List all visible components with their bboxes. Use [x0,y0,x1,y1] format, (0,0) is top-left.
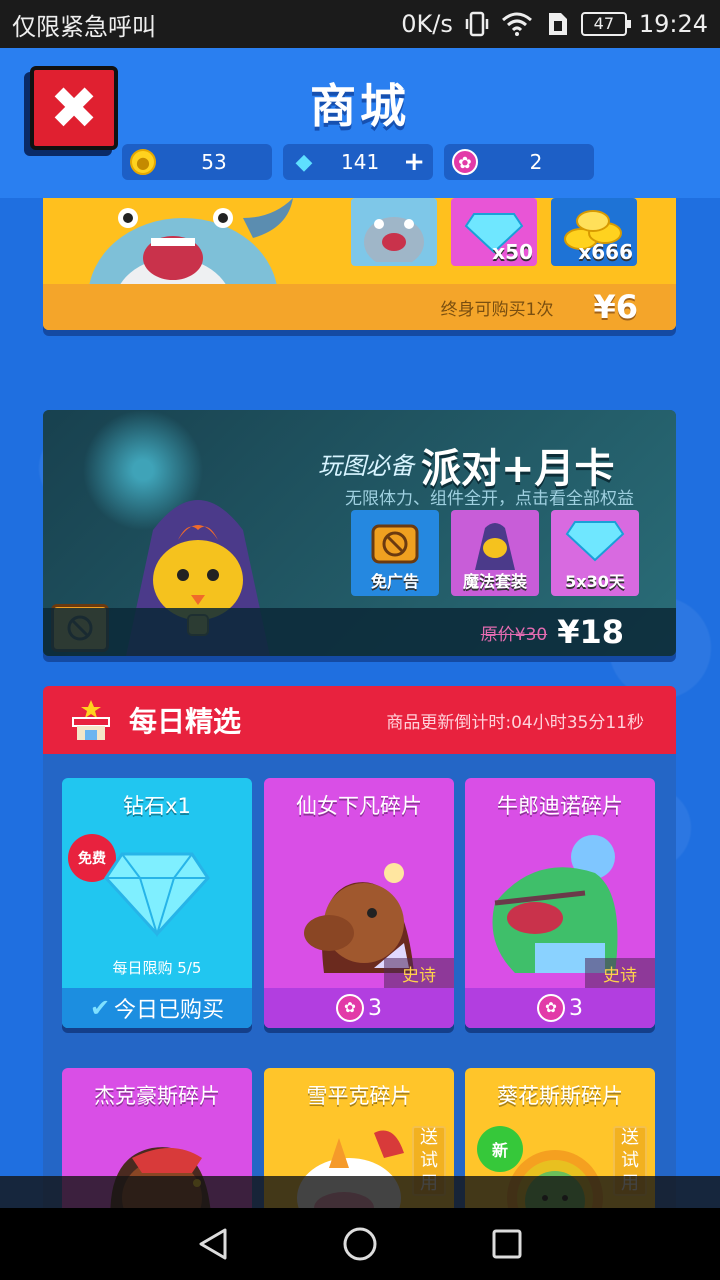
diamond-icon [104,852,210,938]
gem-count: 141 [341,150,380,174]
item-gems-30days: 5x30天 [551,510,639,596]
starter-pack-items: x50 x666 [351,198,637,266]
tile-name: 钻石x1 [123,794,191,818]
starter-pack-footer: 终身可购买1次 ¥6 [43,284,676,330]
pack-item-shark [351,198,437,266]
tile-name: 葵花斯斯碎片 [497,1084,623,1108]
epic-tag: 史诗 [585,958,655,988]
epic-tag: 史诗 [384,958,454,988]
gem-balance[interactable]: ◆ 141 + [283,144,433,180]
shop-screen: ✖ 商城 ● 53 ◆ 141 + ✿ 2 x50 x666 终身可购买1次 ¥… [0,48,720,1208]
diamond-icon [565,521,625,562]
party-monthly-card[interactable]: 玩图必备 派对+月卡 无限体力、组件全开，点击看全部权益 免广告 魔法套装 5x… [43,410,676,656]
tile-name: 牛郎迪诺碎片 [497,794,623,818]
starter-pack-price[interactable]: ¥6 [593,288,638,326]
home-icon [343,1227,377,1261]
sim-icon [548,13,567,35]
party-card-footer: 原价¥30 ¥18 [43,608,676,656]
tile-name: 仙女下凡碎片 [296,794,422,818]
recents-icon [492,1229,522,1259]
tile-footer: ✿ 3 [264,988,454,1028]
item-magic-suit: 魔法套装 [451,510,539,596]
purchase-limit-note: 终身可购买1次 [440,299,554,320]
vibrate-icon [465,11,489,37]
tile-name: 雪平克碎片 [306,1084,412,1108]
horse-fairy-character [304,863,414,973]
tile-price: 3 [368,995,382,1021]
wifi-icon [501,12,532,36]
add-gems-icon[interactable]: + [403,147,425,177]
shop-header: ✖ 商城 ● 53 ◆ 141 + ✿ 2 [0,48,720,198]
shop-scroll-area[interactable]: x50 x666 终身可购买1次 ¥6 玩图必备 派对+月卡 无限体力、组件全开… [0,198,720,1208]
pack-item-gems: x50 [451,198,537,266]
daily-selection-title: 每日精选 [129,705,242,738]
page-title: 商城 [310,79,410,133]
party-card-items: 免广告 魔法套装 5x30天 [351,510,639,596]
item-no-ads-label: 免广告 [370,572,419,591]
status-bar: 仅限紧急呼叫 0K/s 47 19:24 [0,0,720,48]
lotus-count: 2 [529,150,543,174]
back-icon [199,1228,227,1260]
home-button[interactable] [340,1224,380,1264]
shop-tile-diamond[interactable]: 钻石x1 免费 每日限购 5/5 ✔ 今日已购买 [62,778,252,1028]
status-icons: 0K/s 47 19:24 [401,10,708,38]
tile-price: 3 [569,995,583,1021]
daily-selection-section: 每日精选 商品更新倒计时:04小时35分11秒 钻石x1 免费 每日限购 5/5… [43,686,676,1208]
lotus-icon: ✿ [452,149,478,175]
lotus-icon: ✿ [537,994,565,1022]
diamond-icon: ◆ [295,149,313,175]
shark-icon [364,217,424,262]
recents-button[interactable] [487,1224,527,1264]
coin-count: 53 [201,150,227,174]
tv-icon [371,524,419,564]
pack-item-coins-qty: x666 [578,240,633,264]
daily-selection-header: 每日精选 商品更新倒计时:04小时35分11秒 [43,686,676,754]
battery-icon: 47 [580,12,631,36]
carrier-text: 仅限紧急呼叫 [12,12,156,41]
magic-suit-icon [475,523,515,570]
shop-tile-fairy-fragment[interactable]: 仙女下凡碎片 史诗 ✿ 3 [264,778,454,1028]
coin-icon: ● [130,149,156,175]
item-no-ads: 免广告 [351,510,439,596]
dino-character [492,835,618,973]
shop-tile-dino-fragment[interactable]: 牛郎迪诺碎片 史诗 ✿ 3 [465,778,655,1028]
net-speed: 0K/s [401,10,453,38]
coin-balance: ● 53 [122,144,272,180]
scroll-overlay-strip [0,1176,720,1208]
party-card-subtitle: 无限体力、组件全开，点击看全部权益 [345,489,634,509]
refresh-countdown: 商品更新倒计时:04小时35分11秒 [386,712,644,733]
item-gems-30days-label: 5x30天 [565,572,625,591]
tile-footer: ✿ 3 [465,988,655,1028]
check-icon: ✔ [89,994,111,1022]
lotus-icon: ✿ [336,994,364,1022]
pack-item-gems-qty: x50 [492,240,533,264]
pack-item-coins: x666 [551,198,637,266]
party-slogan: 玩图必备 [318,452,414,480]
lotus-balance: ✿ 2 [444,144,594,180]
starter-pack-card[interactable]: x50 x666 终身可购买1次 ¥6 [43,198,676,330]
tile-footer: ✔ 今日已购买 [62,988,252,1028]
clock: 19:24 [638,10,708,38]
system-nav-bar [0,1208,720,1280]
item-magic-suit-label: 魔法套装 [462,572,527,591]
tile-name: 杰克豪斯碎片 [94,1084,220,1108]
back-button[interactable] [193,1224,233,1264]
daily-limit: 每日限购 5/5 [112,959,202,977]
shop-stall-icon [72,700,110,740]
party-card-price[interactable]: ¥18 [557,613,624,651]
purchased-label: 今日已购买 [114,998,225,1023]
original-price: 原价¥30 [480,624,548,645]
